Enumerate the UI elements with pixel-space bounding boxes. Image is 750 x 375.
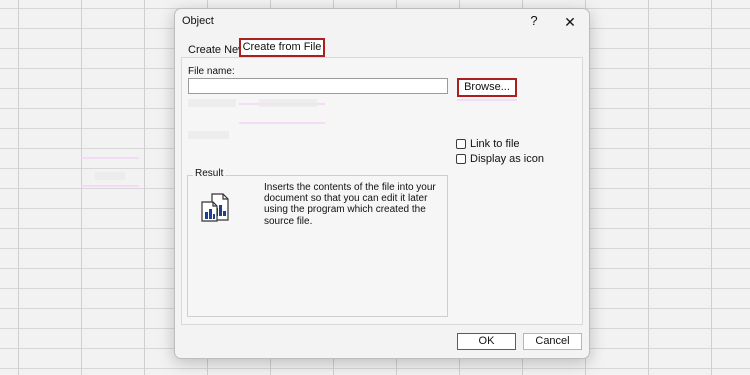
- link-to-file-checkbox[interactable]: [456, 139, 466, 149]
- left-ghost-line-top: [81, 157, 139, 159]
- link-to-file-row[interactable]: Link to file: [456, 138, 520, 150]
- cancel-button[interactable]: Cancel: [523, 333, 582, 350]
- tab-create-new[interactable]: Create New: [188, 44, 246, 56]
- dialog-title: Object: [182, 15, 214, 27]
- tab-create-from-file[interactable]: Create from File: [239, 38, 325, 59]
- ok-button[interactable]: OK: [457, 333, 516, 350]
- file-name-ghost-fragment-3: [188, 131, 229, 139]
- file-name-ghost-line-2: [239, 122, 325, 124]
- help-button[interactable]: ?: [525, 12, 543, 30]
- result-description: Inserts the contents of the file into yo…: [264, 182, 436, 227]
- file-name-label: File name:: [188, 66, 235, 77]
- left-ghost-line-bottom: [81, 185, 139, 187]
- browse-ghost-line: [457, 99, 517, 101]
- file-name-ghost-fragment-2: [259, 99, 317, 107]
- display-as-icon-checkbox[interactable]: [456, 154, 466, 164]
- document-chart-icon: [201, 193, 229, 222]
- file-name-input[interactable]: [188, 78, 448, 94]
- object-dialog: Object ? ✕ Create New Create from File F…: [174, 8, 590, 359]
- close-button[interactable]: ✕: [560, 12, 580, 32]
- file-name-ghost-fragment-1: [188, 99, 236, 107]
- display-as-icon-row[interactable]: Display as icon: [456, 153, 544, 165]
- left-ghost-fragment: [95, 172, 125, 180]
- result-label: Result: [193, 168, 226, 179]
- display-as-icon-label: Display as icon: [470, 153, 544, 165]
- browse-button[interactable]: Browse...: [457, 78, 517, 97]
- link-to-file-label: Link to file: [470, 138, 520, 150]
